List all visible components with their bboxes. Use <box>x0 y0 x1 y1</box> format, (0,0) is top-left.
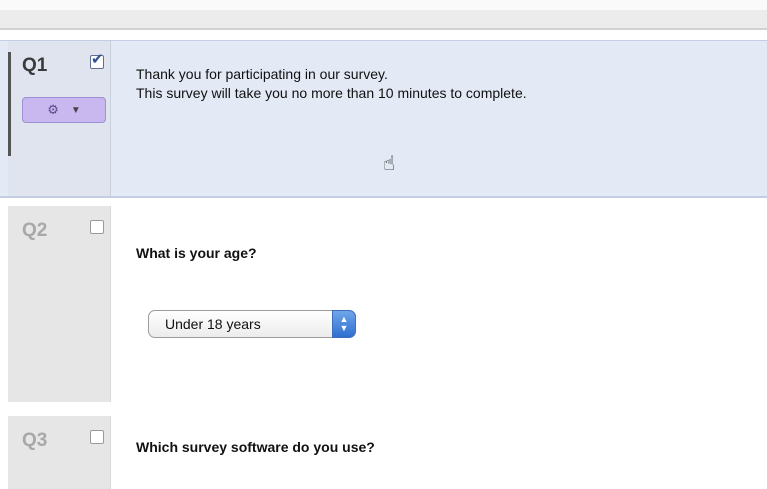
question-block-q1[interactable]: Q1 ⚙ ▼ Thank you for participating in ou… <box>0 40 767 198</box>
question-number-q2: Q2 <box>22 220 48 241</box>
hand-pointer-icon: ☝ <box>383 151 396 175</box>
selection-indicator <box>8 52 11 156</box>
question-select-checkbox-q2[interactable] <box>90 220 104 234</box>
question-block-q2[interactable]: Q2 What is your age? Under 18 years ▲ ▼ <box>0 196 767 402</box>
top-toolbar-strip <box>0 0 767 30</box>
down-arrow-icon: ▼ <box>339 323 349 333</box>
question-select-checkbox-q3[interactable] <box>90 430 104 444</box>
question-block-q3[interactable]: Q3 Which survey software do you use? <box>0 408 767 489</box>
select-arrows-icon: ▲ ▼ <box>332 310 356 338</box>
age-dropdown-value: Under 18 years <box>165 316 261 332</box>
age-dropdown[interactable]: Under 18 years ▲ ▼ <box>148 310 356 338</box>
question-sidebar-q1: Q1 ⚙ ▼ <box>8 41 111 196</box>
question-sidebar-q3: Q3 <box>8 416 111 489</box>
question-number-q1: Q1 <box>22 55 48 76</box>
chevron-down-icon: ▼ <box>70 104 81 116</box>
question-text-q3: Which survey software do you use? <box>136 439 375 455</box>
question-settings-button[interactable]: ⚙ ▼ <box>22 97 106 123</box>
question-sidebar-q2: Q2 <box>8 206 111 402</box>
gear-icon: ⚙ <box>47 102 59 118</box>
question-select-checkbox-q1[interactable] <box>90 50 104 69</box>
question-text-q2: What is your age? <box>136 245 257 261</box>
question-text-q1: Thank you for participating in our surve… <box>136 66 527 101</box>
question-number-q3: Q3 <box>22 430 48 451</box>
